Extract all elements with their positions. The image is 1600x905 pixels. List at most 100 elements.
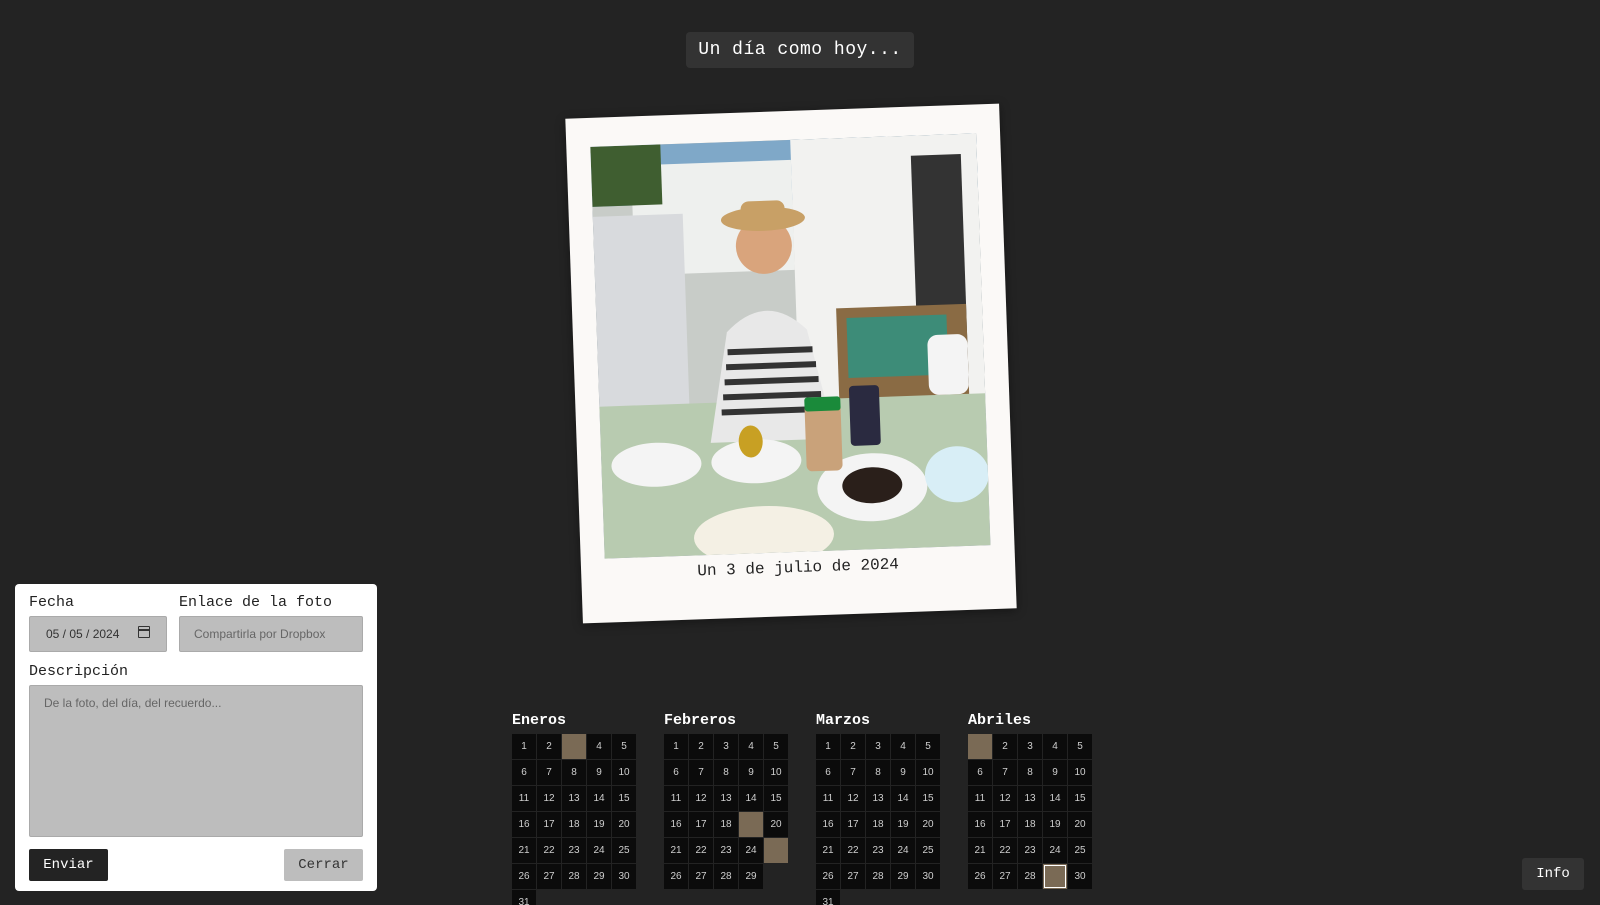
day-cell[interactable]: 10 <box>764 760 788 785</box>
day-cell[interactable]: 16 <box>968 812 992 837</box>
day-cell[interactable]: 3 <box>866 734 890 759</box>
day-cell[interactable]: 28 <box>714 864 738 889</box>
day-cell[interactable]: 26 <box>664 864 688 889</box>
day-cell[interactable]: 23 <box>866 838 890 863</box>
day-cell[interactable]: 2 <box>689 734 713 759</box>
day-cell-with-photo[interactable] <box>562 734 586 759</box>
day-cell[interactable]: 24 <box>587 838 611 863</box>
day-cell[interactable]: 24 <box>1043 838 1067 863</box>
day-cell[interactable]: 17 <box>993 812 1017 837</box>
day-cell[interactable]: 23 <box>1018 838 1042 863</box>
day-cell-with-photo[interactable] <box>739 812 763 837</box>
day-cell[interactable]: 11 <box>664 786 688 811</box>
day-cell[interactable]: 8 <box>1018 760 1042 785</box>
day-cell[interactable]: 21 <box>968 838 992 863</box>
day-cell[interactable]: 29 <box>587 864 611 889</box>
day-cell[interactable]: 27 <box>689 864 713 889</box>
day-cell[interactable]: 11 <box>968 786 992 811</box>
day-cell[interactable]: 14 <box>1043 786 1067 811</box>
day-cell[interactable]: 29 <box>891 864 915 889</box>
day-cell[interactable]: 15 <box>916 786 940 811</box>
day-cell[interactable]: 25 <box>1068 838 1092 863</box>
day-cell[interactable]: 21 <box>664 838 688 863</box>
day-cell[interactable]: 31 <box>512 890 536 905</box>
day-cell[interactable]: 18 <box>1018 812 1042 837</box>
day-cell[interactable]: 4 <box>587 734 611 759</box>
day-cell[interactable]: 16 <box>664 812 688 837</box>
day-cell[interactable]: 1 <box>664 734 688 759</box>
day-cell[interactable]: 19 <box>1043 812 1067 837</box>
day-cell[interactable]: 22 <box>993 838 1017 863</box>
day-cell[interactable]: 9 <box>739 760 763 785</box>
day-cell[interactable]: 27 <box>537 864 561 889</box>
day-cell[interactable]: 26 <box>512 864 536 889</box>
day-cell[interactable]: 25 <box>916 838 940 863</box>
day-cell[interactable]: 16 <box>512 812 536 837</box>
day-cell[interactable]: 25 <box>612 838 636 863</box>
day-cell[interactable]: 10 <box>1068 760 1092 785</box>
day-cell[interactable]: 26 <box>968 864 992 889</box>
description-textarea[interactable]: De la foto, del día, del recuerdo... <box>29 685 363 837</box>
day-cell[interactable]: 13 <box>714 786 738 811</box>
day-cell[interactable]: 3 <box>714 734 738 759</box>
day-cell[interactable]: 21 <box>816 838 840 863</box>
day-cell[interactable]: 5 <box>916 734 940 759</box>
polaroid-card[interactable]: Un 3 de julio de 2024 <box>565 103 1017 624</box>
day-cell[interactable]: 26 <box>816 864 840 889</box>
day-cell[interactable]: 2 <box>841 734 865 759</box>
day-cell[interactable]: 20 <box>764 812 788 837</box>
day-cell[interactable]: 7 <box>993 760 1017 785</box>
day-cell[interactable]: 6 <box>968 760 992 785</box>
day-cell[interactable]: 8 <box>714 760 738 785</box>
day-cell[interactable]: 30 <box>1068 864 1092 889</box>
day-cell[interactable]: 24 <box>891 838 915 863</box>
day-cell[interactable]: 13 <box>562 786 586 811</box>
day-cell[interactable]: 6 <box>512 760 536 785</box>
day-cell[interactable]: 24 <box>739 838 763 863</box>
day-cell[interactable]: 17 <box>841 812 865 837</box>
day-cell[interactable]: 6 <box>816 760 840 785</box>
day-cell[interactable]: 30 <box>612 864 636 889</box>
date-input[interactable]: 05 / 05 / 2024 <box>29 616 167 652</box>
day-cell[interactable]: 29 <box>739 864 763 889</box>
day-cell[interactable]: 12 <box>689 786 713 811</box>
day-cell[interactable]: 22 <box>841 838 865 863</box>
day-cell[interactable]: 27 <box>841 864 865 889</box>
day-cell[interactable]: 5 <box>612 734 636 759</box>
day-cell[interactable]: 1 <box>816 734 840 759</box>
day-cell[interactable]: 14 <box>739 786 763 811</box>
day-cell[interactable]: 15 <box>1068 786 1092 811</box>
day-cell[interactable]: 17 <box>537 812 561 837</box>
day-cell[interactable]: 15 <box>612 786 636 811</box>
day-cell[interactable]: 23 <box>562 838 586 863</box>
day-cell[interactable]: 7 <box>689 760 713 785</box>
day-cell[interactable]: 7 <box>537 760 561 785</box>
day-cell[interactable]: 18 <box>562 812 586 837</box>
day-cell[interactable]: 22 <box>537 838 561 863</box>
day-cell[interactable]: 13 <box>866 786 890 811</box>
send-button[interactable]: Enviar <box>29 849 108 881</box>
day-cell[interactable]: 12 <box>537 786 561 811</box>
day-cell-with-photo[interactable] <box>1043 864 1067 889</box>
day-cell[interactable]: 8 <box>562 760 586 785</box>
day-cell[interactable]: 20 <box>916 812 940 837</box>
day-cell[interactable]: 4 <box>891 734 915 759</box>
day-cell[interactable]: 6 <box>664 760 688 785</box>
day-cell[interactable]: 9 <box>1043 760 1067 785</box>
day-cell[interactable]: 19 <box>587 812 611 837</box>
day-cell[interactable]: 5 <box>1068 734 1092 759</box>
day-cell[interactable]: 28 <box>866 864 890 889</box>
day-cell[interactable]: 30 <box>916 864 940 889</box>
day-cell[interactable]: 9 <box>891 760 915 785</box>
info-button[interactable]: Info <box>1522 858 1584 890</box>
day-cell[interactable]: 2 <box>537 734 561 759</box>
day-cell[interactable]: 20 <box>1068 812 1092 837</box>
day-cell[interactable]: 4 <box>1043 734 1067 759</box>
day-cell[interactable]: 9 <box>587 760 611 785</box>
day-cell[interactable]: 4 <box>739 734 763 759</box>
day-cell[interactable]: 19 <box>891 812 915 837</box>
day-cell[interactable]: 27 <box>993 864 1017 889</box>
day-cell[interactable]: 20 <box>612 812 636 837</box>
day-cell[interactable]: 18 <box>714 812 738 837</box>
day-cell[interactable]: 17 <box>689 812 713 837</box>
